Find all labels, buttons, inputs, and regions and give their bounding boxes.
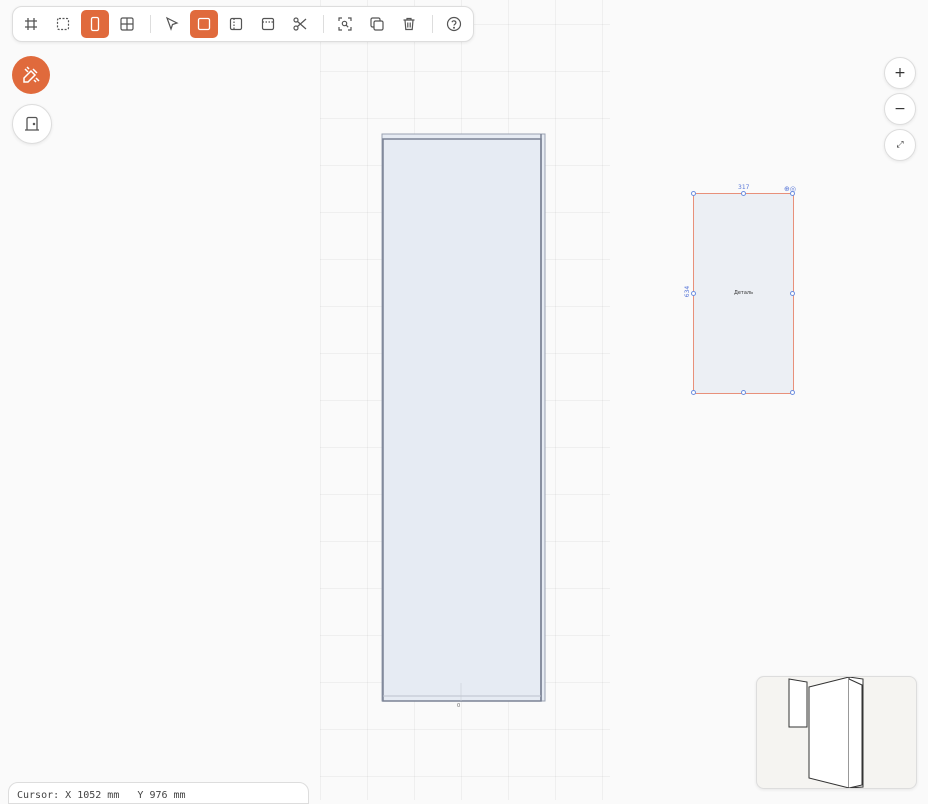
toolbar-divider: [323, 15, 324, 33]
detail-label: Деталь: [733, 290, 754, 296]
detail-width-dimension: 317: [738, 184, 750, 191]
horizontal-split-icon: [261, 17, 275, 31]
help-button[interactable]: [440, 10, 468, 38]
pointer-icon: [165, 16, 179, 31]
copy-button[interactable]: [363, 10, 391, 38]
zoom-fit-icon: [338, 17, 352, 31]
cut-button[interactable]: [286, 10, 314, 38]
detail-part[interactable]: Деталь: [691, 191, 795, 395]
delete-button[interactable]: [395, 10, 423, 38]
door-panel-button[interactable]: [81, 10, 109, 38]
resize-handle-right[interactable]: [790, 291, 795, 296]
square-icon: [197, 17, 211, 31]
cabinet-view-button[interactable]: [12, 104, 52, 144]
detail-height-dimension: 634: [684, 285, 692, 298]
resize-handle-top[interactable]: [741, 191, 746, 196]
main-toolbar: [12, 6, 474, 42]
resize-handle-top-left[interactable]: [691, 191, 696, 196]
help-icon: [446, 16, 462, 32]
vertical-split-icon: [229, 17, 243, 31]
resize-handle-left[interactable]: [691, 291, 696, 296]
zoom-in-button[interactable]: +: [884, 57, 916, 89]
resize-handle-bottom-left[interactable]: [691, 390, 696, 395]
grid-tool-button[interactable]: [17, 10, 45, 38]
door-panel-icon: [90, 16, 100, 32]
cabinet-panel[interactable]: [381, 133, 546, 702]
resize-handle-bottom-right[interactable]: [790, 390, 795, 395]
hash-grid-icon: [25, 18, 37, 30]
zoom-out-button[interactable]: −: [884, 93, 916, 125]
toolbar-divider: [150, 15, 151, 33]
grid-quad-button[interactable]: [113, 10, 141, 38]
resize-handle-top-right[interactable]: [790, 191, 795, 196]
cabinet-door-front: [382, 138, 542, 702]
dashed-square-icon: [56, 17, 70, 31]
cabinet-icon: [25, 116, 39, 131]
cabinet-bottom-label: 0: [457, 703, 461, 709]
select-area-button[interactable]: [49, 10, 77, 38]
trash-icon: [403, 17, 415, 31]
resize-handle-bottom[interactable]: [741, 390, 746, 395]
scissors-icon: [293, 17, 307, 31]
minimap-cabinet-drawing: [788, 676, 864, 789]
horizontal-split-button[interactable]: [254, 10, 282, 38]
edit-mode-button[interactable]: [12, 56, 50, 94]
rectangle-tool-button[interactable]: [190, 10, 218, 38]
grid-quad-icon: [120, 17, 134, 31]
cursor-status-bar: Cursor: X 1052 mm Y 976 mm: [8, 782, 309, 804]
pointer-tool-button[interactable]: [158, 10, 186, 38]
copy-icon: [370, 17, 384, 31]
toolbar-divider: [432, 15, 433, 33]
minimap-3d-preview[interactable]: [756, 676, 917, 789]
vertical-split-button[interactable]: [222, 10, 250, 38]
zoom-fit-view-button[interactable]: ⤢: [884, 129, 916, 161]
edit-ruler-icon: [23, 66, 40, 83]
zoom-fit-button[interactable]: [331, 10, 359, 38]
